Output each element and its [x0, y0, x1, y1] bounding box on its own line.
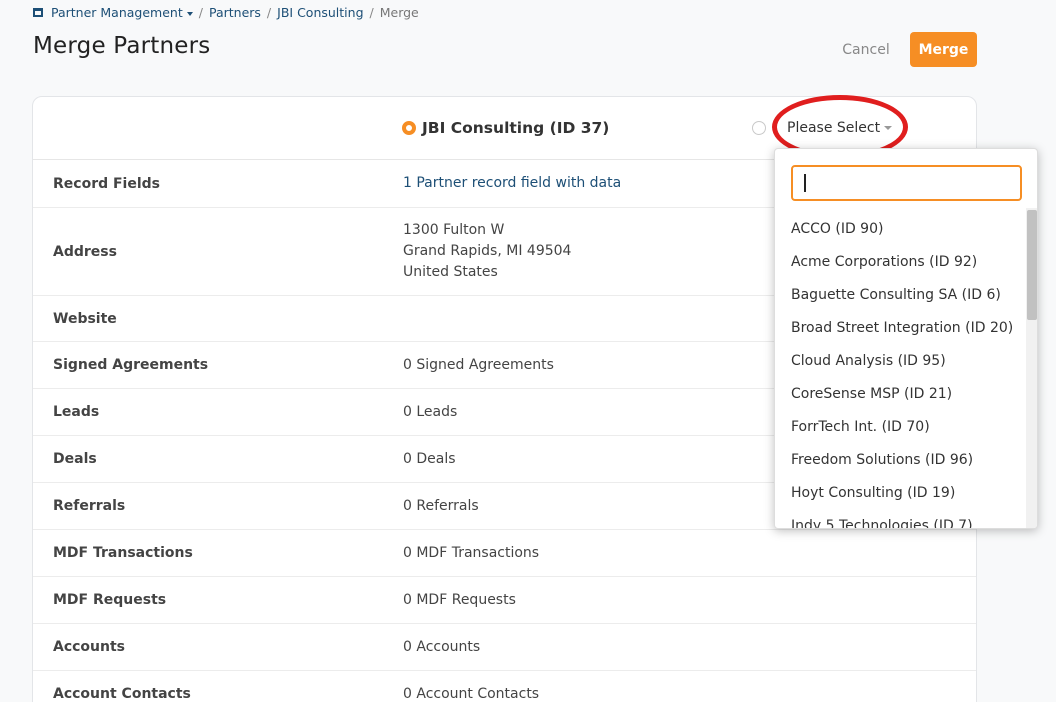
dropdown-option[interactable]: Broad Street Integration (ID 20) [775, 312, 1027, 345]
row-label: Address [53, 243, 117, 260]
row-label: Signed Agreements [53, 357, 209, 373]
row-mdf-transactions: MDF Transactions 0 MDF Transactions [33, 530, 976, 577]
radio-unselected-icon[interactable] [752, 121, 766, 135]
record-fields-link[interactable]: 1 Partner record field with data [403, 173, 621, 194]
row-value: 0 Deals [403, 450, 456, 467]
partner-select-dropdown: ACCO (ID 90) Acme Corporations (ID 92) B… [774, 148, 1038, 529]
breadcrumb: Partner Management / Partners / JBI Cons… [33, 5, 419, 20]
dropdown-option[interactable]: Indy 5 Technologies (ID 7) [775, 510, 1027, 528]
primary-partner-option[interactable]: JBI Consulting (ID 37) [402, 119, 609, 137]
row-label: Leads [53, 404, 100, 420]
row-mdf-requests: MDF Requests 0 MDF Requests [33, 577, 976, 624]
chevron-down-icon [186, 11, 193, 16]
breadcrumb-partners[interactable]: Partners [209, 5, 261, 20]
row-label: Referrals [53, 498, 126, 514]
address-line: 1300 Fulton W [403, 222, 505, 238]
dropdown-search-input[interactable] [791, 165, 1022, 201]
dropdown-options-list: ACCO (ID 90) Acme Corporations (ID 92) B… [775, 213, 1027, 528]
address-line: Grand Rapids, MI 49504 [403, 243, 572, 259]
breadcrumb-separator: / [369, 5, 374, 20]
radio-selected-icon[interactable] [402, 121, 416, 135]
row-label: Deals [53, 451, 97, 467]
row-label: Accounts [53, 639, 126, 655]
dropdown-option[interactable]: Baguette Consulting SA (ID 6) [775, 279, 1027, 312]
address-value: 1300 Fulton W Grand Rapids, MI 49504 Uni… [403, 220, 571, 283]
dropdown-scrollbar-thumb[interactable] [1027, 210, 1037, 320]
merge-button[interactable]: Merge [910, 32, 977, 67]
dropdown-option[interactable]: Cloud Analysis (ID 95) [775, 345, 1027, 378]
row-value: 0 Leads [403, 403, 458, 420]
text-cursor [804, 174, 806, 192]
building-icon [33, 8, 43, 17]
breadcrumb-current: Merge [379, 5, 419, 20]
row-label: MDF Requests [53, 592, 167, 608]
dropdown-option[interactable]: CoreSense MSP (ID 21) [775, 378, 1027, 411]
row-accounts: Accounts 0 Accounts [33, 624, 976, 671]
dropdown-option[interactable]: ACCO (ID 90) [775, 213, 1027, 246]
address-line: United States [403, 264, 498, 280]
dropdown-option[interactable]: ForrTech Int. (ID 70) [775, 411, 1027, 444]
row-value: 0 MDF Requests [403, 591, 516, 608]
row-label: MDF Transactions [53, 545, 193, 561]
row-value: 0 MDF Transactions [403, 544, 540, 561]
page-title: Merge Partners [33, 33, 211, 59]
dropdown-option[interactable]: Freedom Solutions (ID 96) [775, 444, 1027, 477]
row-label: Website [53, 310, 117, 327]
breadcrumb-jbi-consulting[interactable]: JBI Consulting [277, 5, 363, 20]
row-label: Account Contacts [53, 686, 191, 702]
row-value: 0 Signed Agreements [403, 356, 554, 373]
dropdown-option[interactable]: Hoyt Consulting (ID 19) [775, 477, 1027, 510]
row-label: Record Fields [53, 175, 161, 192]
dropdown-option[interactable]: Acme Corporations (ID 92) [775, 246, 1027, 279]
breadcrumb-separator: / [266, 5, 272, 20]
breadcrumb-separator: / [198, 5, 203, 20]
row-value: 0 Accounts [403, 638, 481, 655]
cancel-button[interactable]: Cancel [830, 32, 902, 67]
breadcrumb-partner-management[interactable]: Partner Management [51, 5, 193, 20]
row-account-contacts: Account Contacts 0 Account Contacts [33, 671, 976, 702]
row-value: 0 Account Contacts [403, 685, 540, 702]
row-value: 0 Referrals [403, 497, 479, 514]
primary-partner-name: JBI Consulting (ID 37) [422, 119, 610, 137]
